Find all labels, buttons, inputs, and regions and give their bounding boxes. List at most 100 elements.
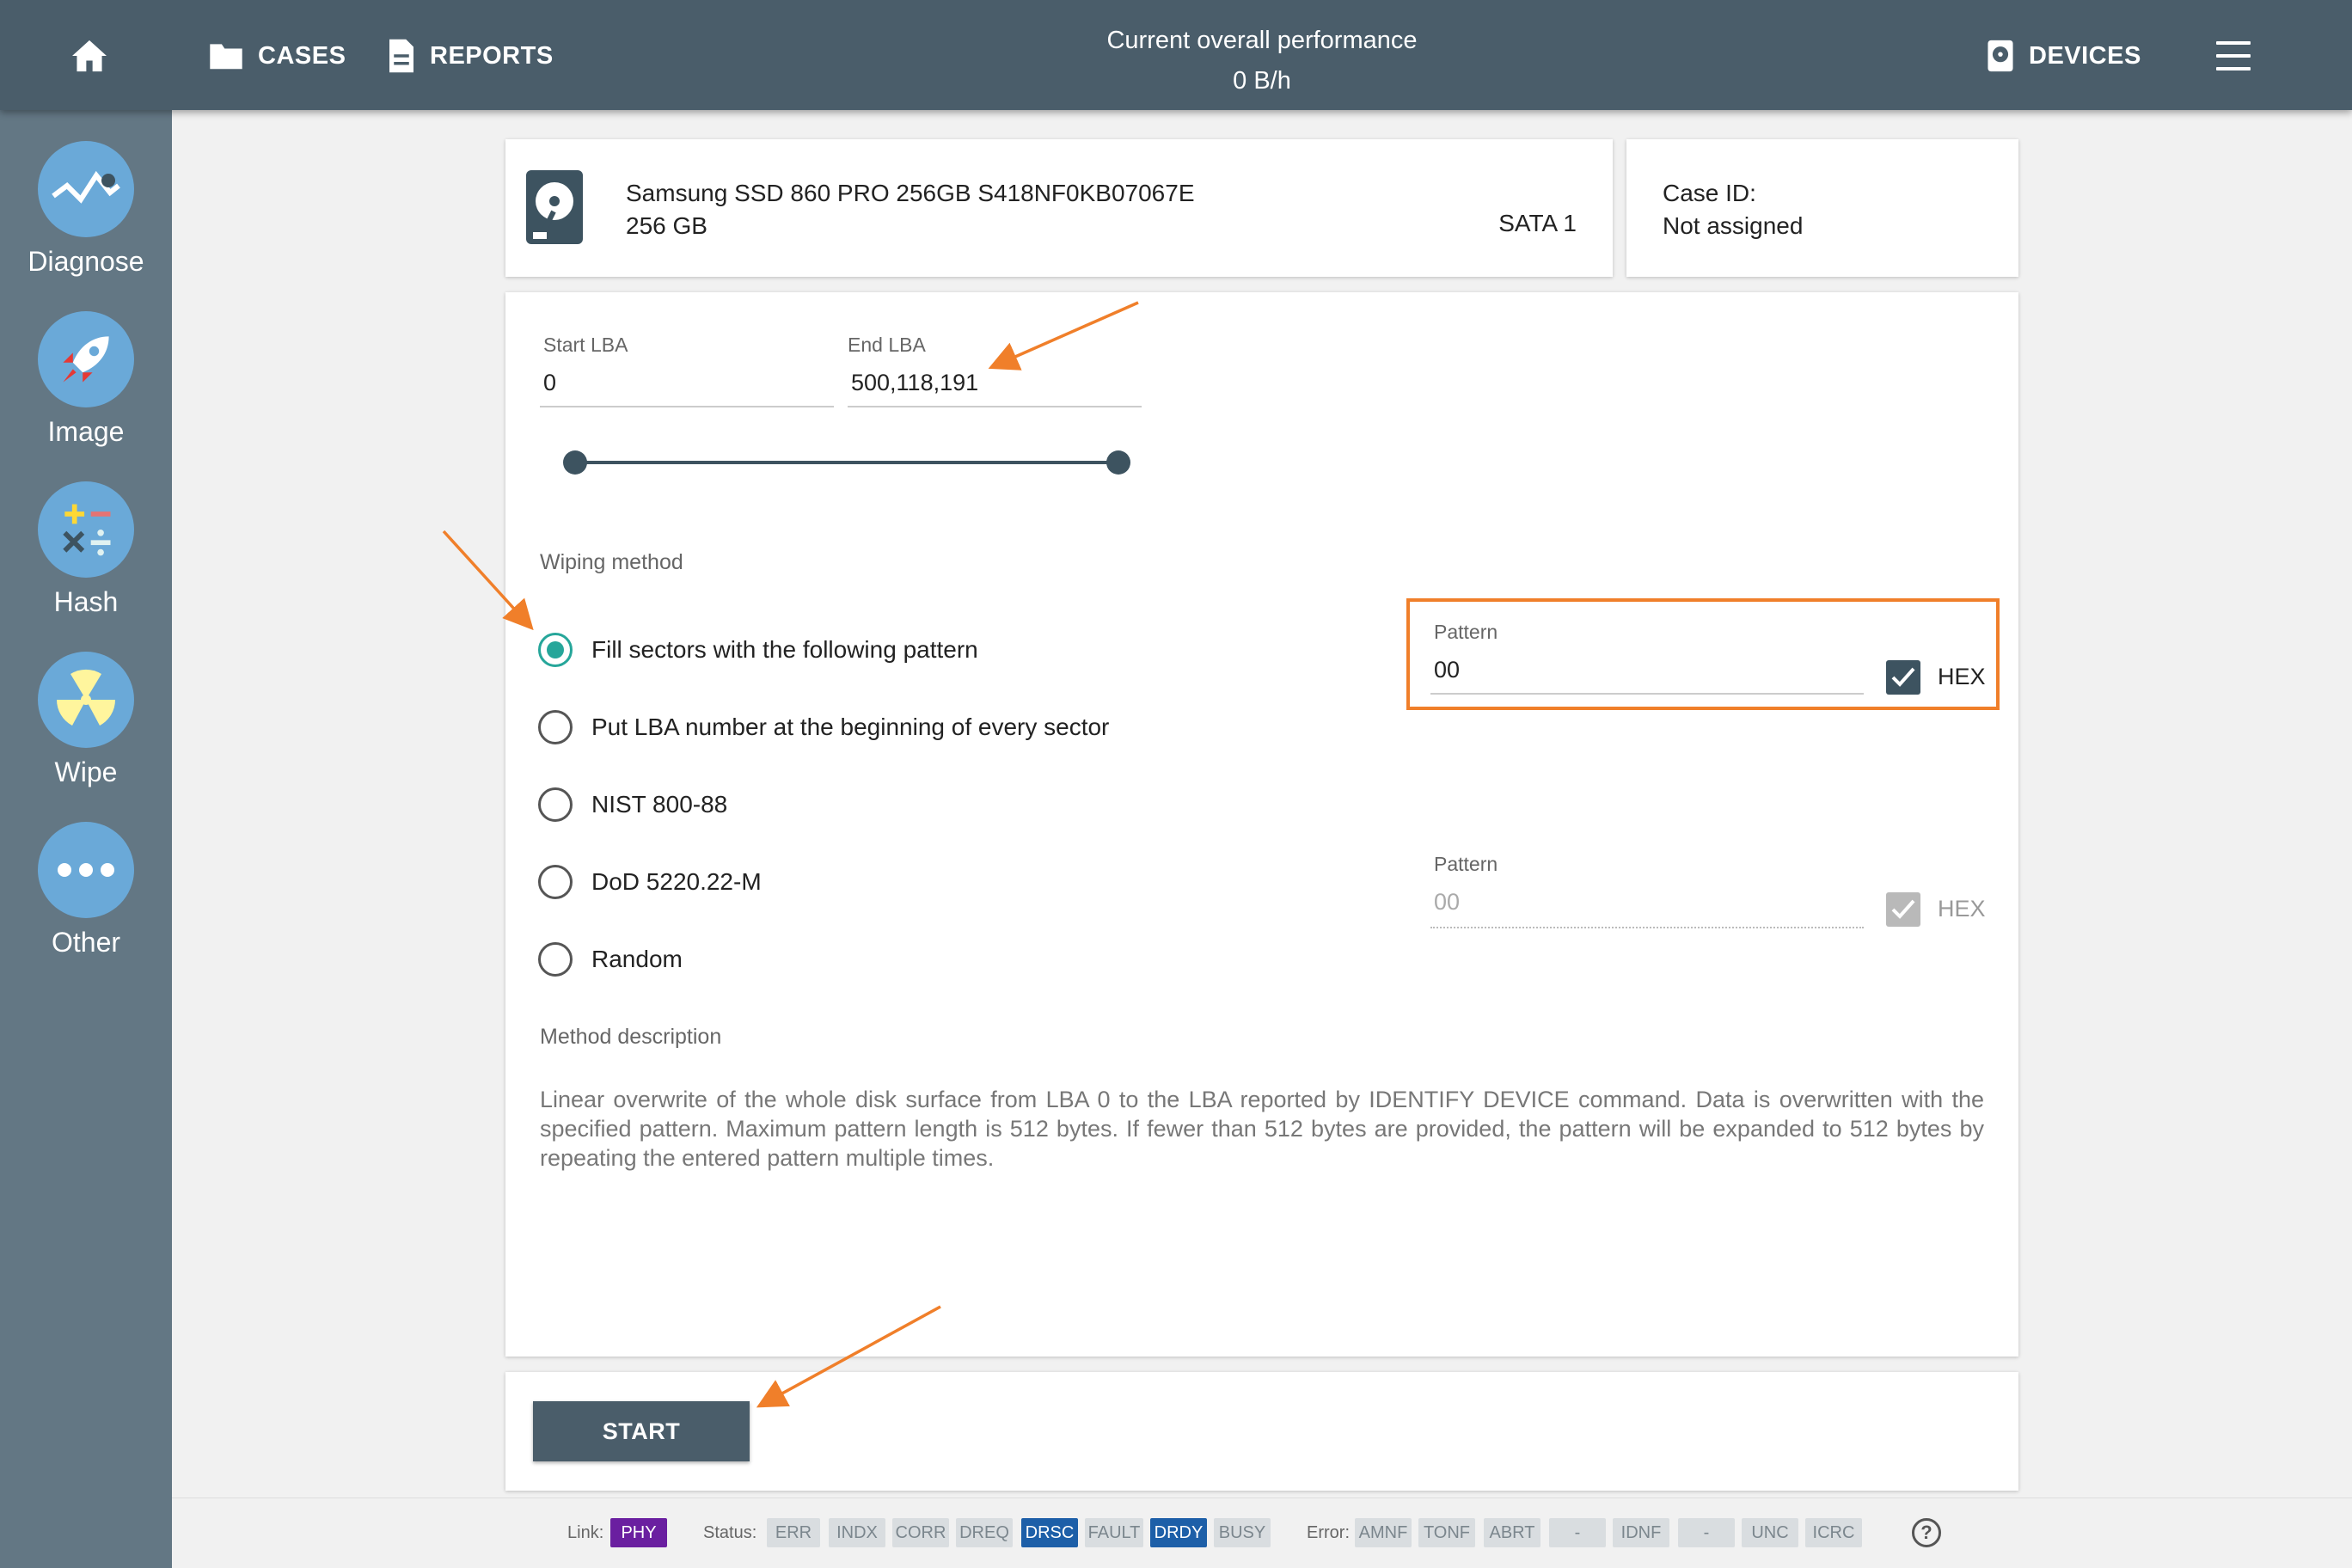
document-icon [389,39,413,73]
sidebar-item-other[interactable]: Other [0,822,172,959]
option-fill-pattern[interactable]: Fill sectors with the following pattern [538,631,978,669]
hamburger-icon [2216,41,2251,45]
help-icon[interactable]: ? [1912,1518,1941,1547]
reports-label: REPORTS [430,41,554,70]
wipe-settings-card [505,292,2018,1357]
error-flag-abrt: ABRT [1484,1518,1540,1547]
sidebar-circle [38,822,134,918]
case-card[interactable]: Case ID: Not assigned [1626,139,2018,277]
device-name: Samsung SSD 860 PRO 256GB S418NF0KB07067… [626,180,1195,206]
method-description-label: Method description [540,1025,722,1049]
more-dots-icon [58,863,114,877]
pattern-label: Pattern [1434,621,1498,643]
sidebar-circle [38,311,134,407]
sidebar-label: Wipe [54,756,118,787]
method-description-text: Linear overwrite of the whole disk surfa… [540,1087,1984,1171]
hard-disk-icon [526,170,583,244]
check-icon [1891,899,1915,919]
overall-performance: Current overall performance 0 B/h [989,21,1535,101]
status-flag-busy: BUSY [1214,1518,1271,1547]
performance-title: Current overall performance [1106,27,1418,54]
radiation-icon [57,669,115,726]
start-lba-label: Start LBA [543,334,628,356]
cases-button[interactable]: CASES [208,34,346,77]
pattern-underline-disabled [1430,927,1864,928]
pattern-label-disabled: Pattern [1434,853,1498,875]
reports-button[interactable]: REPORTS [387,34,554,77]
device-info: Samsung SSD 860 PRO 256GB S418NF0KB07067… [626,177,1195,242]
radio-button[interactable] [538,787,573,822]
status-flag-drdy: DRDY [1150,1518,1207,1547]
devices-label: DEVICES [2029,41,2141,70]
error-flag-icrc: ICRC [1805,1518,1862,1547]
home-button[interactable] [64,34,115,77]
option-label: Random [591,946,683,972]
link-label: Link: [567,1523,604,1542]
option-nist[interactable]: NIST 800-88 [538,786,727,824]
error-label: Error: [1307,1523,1350,1542]
end-lba-input[interactable]: 500,118,191 [851,370,978,396]
start-lba-underline [540,406,834,407]
sidebar-item-wipe[interactable]: Wipe [0,652,172,788]
rocket-icon [63,336,109,383]
option-lba-number[interactable]: Put LBA number at the beginning of every… [538,708,1109,746]
option-label: Put LBA number at the beginning of every… [591,714,1110,740]
devices-button[interactable]: DEVICES [1986,34,2141,77]
wiping-method-label: Wiping method [540,550,683,574]
radio-button[interactable] [538,942,573,977]
sidebar-item-image[interactable]: Image [0,311,172,448]
error-flag-tonf: TONF [1418,1518,1475,1547]
sidebar-label: Other [51,927,121,958]
status-flag-corr: CORR [892,1518,949,1547]
sidebar-label: Hash [53,586,119,617]
hex-label-disabled: HEX [1938,896,1986,922]
folder-icon [210,44,242,70]
sidebar-label: Image [47,416,125,447]
pattern-underline [1430,693,1864,695]
error-flag-idnf: IDNF [1613,1518,1669,1547]
top-bar: CASES REPORTS Current overall performanc… [0,0,2352,110]
menu-button[interactable] [2216,41,2251,70]
start-lba-input[interactable]: 0 [543,370,556,396]
sidebar-item-hash[interactable]: Hash [0,481,172,618]
performance-value: 0 B/h [1233,67,1291,95]
radio-button[interactable] [538,633,573,667]
pattern-input[interactable]: 00 [1434,657,1460,683]
error-flag-blank-2: - [1678,1518,1735,1547]
cases-label: CASES [258,41,346,70]
radio-button[interactable] [538,710,573,744]
link-badge: PHY [610,1518,667,1547]
lba-range-slider[interactable] [574,461,1118,464]
status-label: Status: [703,1523,757,1542]
diagnose-icon [52,170,120,204]
hex-checkbox-disabled [1886,892,1920,927]
case-info: Case ID: Not assigned [1663,177,1803,242]
calculator-icon [63,504,111,556]
device-port: SATA 1 [1498,210,1577,236]
option-dod[interactable]: DoD 5220.22-M [538,863,762,901]
sidebar-circle [38,481,134,578]
lba-start-handle[interactable] [563,450,587,475]
status-flag-err: ERR [767,1518,820,1547]
end-lba-underline [848,406,1142,407]
radio-dot [547,641,564,658]
device-card[interactable]: Samsung SSD 860 PRO 256GB S418NF0KB07067… [505,139,1613,277]
hex-label: HEX [1938,664,1986,689]
option-label: NIST 800-88 [591,791,728,818]
sidebar-item-diagnose[interactable]: Diagnose [0,141,172,278]
radio-button[interactable] [538,865,573,899]
status-flag-drsc: DRSC [1021,1518,1078,1547]
check-icon [1891,667,1915,687]
start-button[interactable]: START [533,1401,750,1461]
lba-end-handle[interactable] [1106,450,1130,475]
case-id-value: Not assigned [1663,212,1804,239]
error-flag-unc: UNC [1742,1518,1798,1547]
status-flag-indx: INDX [829,1518,885,1547]
hamburger-line [2216,54,2251,58]
option-label: Fill sectors with the following pattern [591,636,978,663]
sidebar-circle [38,652,134,748]
option-random[interactable]: Random [538,940,683,978]
status-flag-fault: FAULT [1085,1518,1143,1547]
device-capacity: 256 GB [626,212,707,239]
hex-checkbox[interactable] [1886,660,1920,695]
